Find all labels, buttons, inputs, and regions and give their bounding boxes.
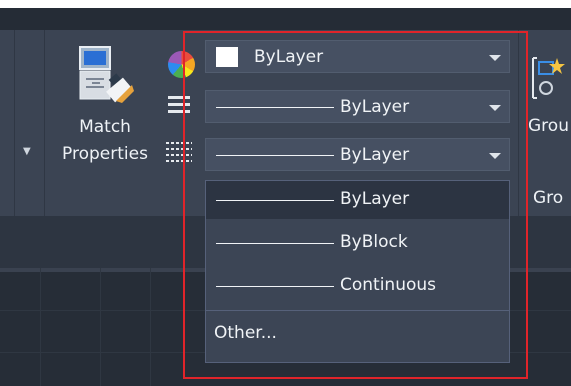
linetype-combo[interactable]: ByLayer bbox=[205, 138, 510, 171]
dropdown-arrow-icon[interactable] bbox=[489, 153, 501, 159]
dropdown-divider bbox=[206, 310, 509, 311]
canvas-grid-line bbox=[40, 268, 41, 386]
linetype-option-bylayer[interactable]: ByLayer bbox=[206, 181, 509, 219]
line-sample bbox=[216, 200, 334, 201]
option-label: Continuous bbox=[340, 275, 437, 295]
option-label: ByBlock bbox=[340, 232, 408, 252]
group-button-label[interactable]: Grou bbox=[528, 116, 569, 136]
panel-expand-chevron-icon[interactable]: ▼ bbox=[23, 146, 31, 157]
canvas-grid-line bbox=[100, 268, 101, 386]
color-combo-value: ByLayer bbox=[254, 47, 324, 67]
panel-separator bbox=[14, 30, 15, 216]
linetype-option-continuous[interactable]: Continuous bbox=[206, 267, 509, 305]
dropdown-arrow-icon[interactable] bbox=[489, 105, 501, 111]
linetype-dropdown-list: ByLayer ByBlock Continuous Other... bbox=[205, 180, 510, 363]
group-icon[interactable] bbox=[531, 54, 571, 104]
line-sample bbox=[216, 155, 334, 156]
lineweight-icon bbox=[168, 96, 190, 118]
line-sample bbox=[216, 286, 334, 287]
lineweight-combo[interactable]: ByLayer bbox=[205, 90, 510, 123]
linetype-option-other[interactable]: Other... bbox=[214, 323, 277, 343]
lineweight-combo-value: ByLayer bbox=[340, 97, 410, 117]
color-combo[interactable]: ByLayer bbox=[205, 40, 510, 73]
window-top-strip bbox=[0, 0, 571, 8]
linetype-combo-value: ByLayer bbox=[340, 145, 410, 165]
option-label: ByLayer bbox=[340, 189, 410, 209]
dropdown-arrow-icon[interactable] bbox=[489, 55, 501, 61]
ribbon-tab-band bbox=[0, 8, 571, 30]
canvas-grid-line bbox=[150, 268, 151, 386]
panel-separator bbox=[518, 30, 519, 216]
match-properties-icon bbox=[79, 46, 134, 103]
match-properties-label-line1: Match bbox=[79, 117, 131, 137]
group-panel-title: Gro bbox=[533, 188, 564, 208]
color-swatch bbox=[216, 47, 238, 67]
linetype-option-byblock[interactable]: ByBlock bbox=[206, 224, 509, 262]
match-properties-label-line2: Properties bbox=[62, 144, 148, 164]
linetype-icon bbox=[166, 142, 192, 166]
color-wheel-icon bbox=[168, 51, 195, 78]
panel-separator bbox=[44, 30, 45, 216]
line-sample bbox=[216, 243, 334, 244]
line-sample bbox=[216, 107, 334, 108]
